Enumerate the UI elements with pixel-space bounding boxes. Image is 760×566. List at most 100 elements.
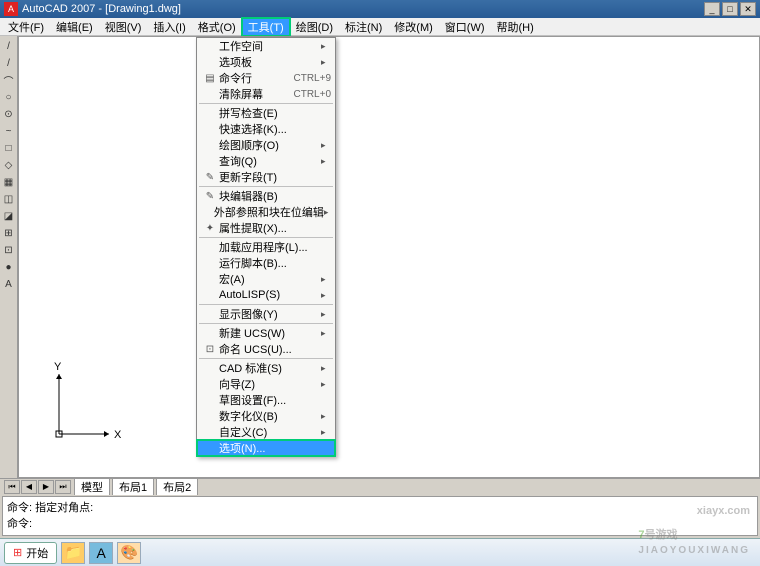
menu-item-9[interactable]: ✎更新字段(T) — [197, 169, 335, 185]
menu-item-label: 快速选择(K)... — [219, 121, 331, 137]
tab-layout1[interactable]: 布局1 — [112, 478, 154, 495]
command-prompt: 命令: — [7, 515, 753, 531]
menu-item-0[interactable]: 工作空间▸ — [197, 38, 335, 54]
menu-item-label: 加载应用程序(L)... — [219, 239, 331, 255]
submenu-arrow-icon: ▸ — [321, 57, 331, 68]
menu-item-18[interactable]: AutoLISP(S)▸ — [197, 287, 335, 303]
menu-item-16[interactable]: 运行脚本(B)... — [197, 255, 335, 271]
tool-9[interactable]: ◫ — [1, 191, 17, 207]
menu-0[interactable]: 文件(F) — [2, 18, 50, 36]
menu-separator — [199, 237, 333, 238]
close-button[interactable]: ✕ — [740, 2, 756, 16]
menu-item-17[interactable]: 宏(A)▸ — [197, 271, 335, 287]
quicklaunch-1[interactable]: 📁 — [61, 542, 85, 564]
menu-item-shortcut: CTRL+9 — [293, 73, 331, 84]
layout-tabs: ⏮ ◀ ▶ ⏭ 模型 布局1 布局2 — [0, 478, 760, 494]
menu-item-27[interactable]: 草图设置(F)... — [197, 392, 335, 408]
menu-9[interactable]: 窗口(W) — [439, 18, 491, 36]
drawing-canvas[interactable]: X Y 工作空间▸选项板▸▤命令行CTRL+9清除屏幕CTRL+0拼写检查(E)… — [18, 36, 760, 478]
svg-text:X: X — [114, 429, 122, 441]
maximize-button[interactable]: □ — [722, 2, 738, 16]
tab-nav-first[interactable]: ⏮ — [4, 480, 20, 494]
tool-2[interactable]: ⌒ — [1, 72, 17, 88]
menu-6[interactable]: 绘图(D) — [290, 18, 339, 36]
menu-separator — [199, 103, 333, 104]
tool-13[interactable]: ● — [1, 259, 17, 275]
menu-item-label: 命令行 — [219, 70, 287, 86]
tool-6[interactable]: □ — [1, 140, 17, 156]
tab-model[interactable]: 模型 — [74, 478, 110, 495]
menu-item-6[interactable]: 快速选择(K)... — [197, 121, 335, 137]
menu-2[interactable]: 视图(V) — [99, 18, 148, 36]
quicklaunch-2[interactable]: A — [89, 542, 113, 564]
tool-0[interactable]: / — [1, 38, 17, 54]
menu-8[interactable]: 修改(M) — [388, 18, 439, 36]
tool-5[interactable]: ~ — [1, 123, 17, 139]
windows-icon: ⊞ — [13, 546, 22, 559]
menu-item-8[interactable]: 查询(Q)▸ — [197, 153, 335, 169]
menu-item-1[interactable]: 选项板▸ — [197, 54, 335, 70]
menu-item-label: 宏(A) — [219, 271, 321, 287]
menu-item-15[interactable]: 加载应用程序(L)... — [197, 239, 335, 255]
tab-layout2[interactable]: 布局2 — [156, 478, 198, 495]
submenu-arrow-icon: ▸ — [321, 140, 331, 151]
menu-separator — [199, 304, 333, 305]
tool-7[interactable]: ◇ — [1, 157, 17, 173]
tool-8[interactable]: ▦ — [1, 174, 17, 190]
tool-1[interactable]: / — [1, 55, 17, 71]
menu-item-3[interactable]: 清除屏幕CTRL+0 — [197, 86, 335, 102]
menu-item-29[interactable]: 自定义(C)▸ — [197, 424, 335, 440]
menu-10[interactable]: 帮助(H) — [491, 18, 540, 36]
menu-item-label: 自定义(C) — [219, 424, 321, 440]
menu-separator — [199, 186, 333, 187]
menu-item-28[interactable]: 数字化仪(B)▸ — [197, 408, 335, 424]
menu-item-30[interactable]: 选项(N)... — [197, 440, 335, 456]
menu-separator — [199, 323, 333, 324]
ucs-axes: X Y — [49, 364, 119, 447]
menu-item-label: 属性提取(X)... — [219, 220, 331, 236]
submenu-arrow-icon: ▸ — [321, 290, 331, 301]
tool-4[interactable]: ⊙ — [1, 106, 17, 122]
menu-item-icon: ▤ — [201, 73, 219, 84]
menu-item-23[interactable]: ⊡命名 UCS(U)... — [197, 341, 335, 357]
menu-item-label: 选项板 — [219, 54, 321, 70]
menu-item-2[interactable]: ▤命令行 CTRL+9 — [197, 70, 335, 86]
tool-11[interactable]: ⊞ — [1, 225, 17, 241]
tool-10[interactable]: ◪ — [1, 208, 17, 224]
tool-3[interactable]: ○ — [1, 89, 17, 105]
menu-item-label: 命名 UCS(U)... — [219, 341, 331, 357]
command-area[interactable]: 命令: 指定对角点: 命令: — [2, 496, 758, 536]
menu-item-12[interactable]: 外部参照和块在位编辑▸ — [197, 204, 335, 220]
menu-item-25[interactable]: CAD 标准(S)▸ — [197, 360, 335, 376]
menu-item-label: 查询(Q) — [219, 153, 321, 169]
menu-item-label: CAD 标准(S) — [219, 360, 321, 376]
menu-item-label: 拼写检查(E) — [219, 105, 331, 121]
menu-5[interactable]: 工具(T) — [242, 18, 290, 36]
menu-item-26[interactable]: 向导(Z)▸ — [197, 376, 335, 392]
windows-taskbar: ⊞ 开始 📁 A 🎨 — [0, 538, 760, 566]
tool-14[interactable]: A — [1, 276, 17, 292]
menu-item-label: 外部参照和块在位编辑 — [214, 204, 324, 220]
start-button[interactable]: ⊞ 开始 — [4, 542, 57, 564]
tab-nav-prev[interactable]: ◀ — [21, 480, 37, 494]
menu-item-label: 显示图像(Y) — [219, 306, 321, 322]
menu-1[interactable]: 编辑(E) — [50, 18, 99, 36]
quicklaunch-3[interactable]: 🎨 — [117, 542, 141, 564]
tool-12[interactable]: ⊡ — [1, 242, 17, 258]
menu-item-label: 运行脚本(B)... — [219, 255, 331, 271]
titlebar: A AutoCAD 2007 - [Drawing1.dwg] _ □ ✕ — [0, 0, 760, 18]
menu-item-5[interactable]: 拼写检查(E) — [197, 105, 335, 121]
menu-item-13[interactable]: ✦属性提取(X)... — [197, 220, 335, 236]
tab-nav-last[interactable]: ⏭ — [55, 480, 71, 494]
menu-item-7[interactable]: 绘图顺序(O)▸ — [197, 137, 335, 153]
menu-item-label: 清除屏幕 — [219, 86, 287, 102]
menu-item-20[interactable]: 显示图像(Y)▸ — [197, 306, 335, 322]
menu-item-22[interactable]: 新建 UCS(W)▸ — [197, 325, 335, 341]
menu-item-11[interactable]: ✎块编辑器(B) — [197, 188, 335, 204]
menu-7[interactable]: 标注(N) — [339, 18, 388, 36]
tab-nav-next[interactable]: ▶ — [38, 480, 54, 494]
menu-3[interactable]: 插入(I) — [147, 18, 191, 36]
menu-4[interactable]: 格式(O) — [192, 18, 242, 36]
menu-item-label: 数字化仪(B) — [219, 408, 321, 424]
minimize-button[interactable]: _ — [704, 2, 720, 16]
